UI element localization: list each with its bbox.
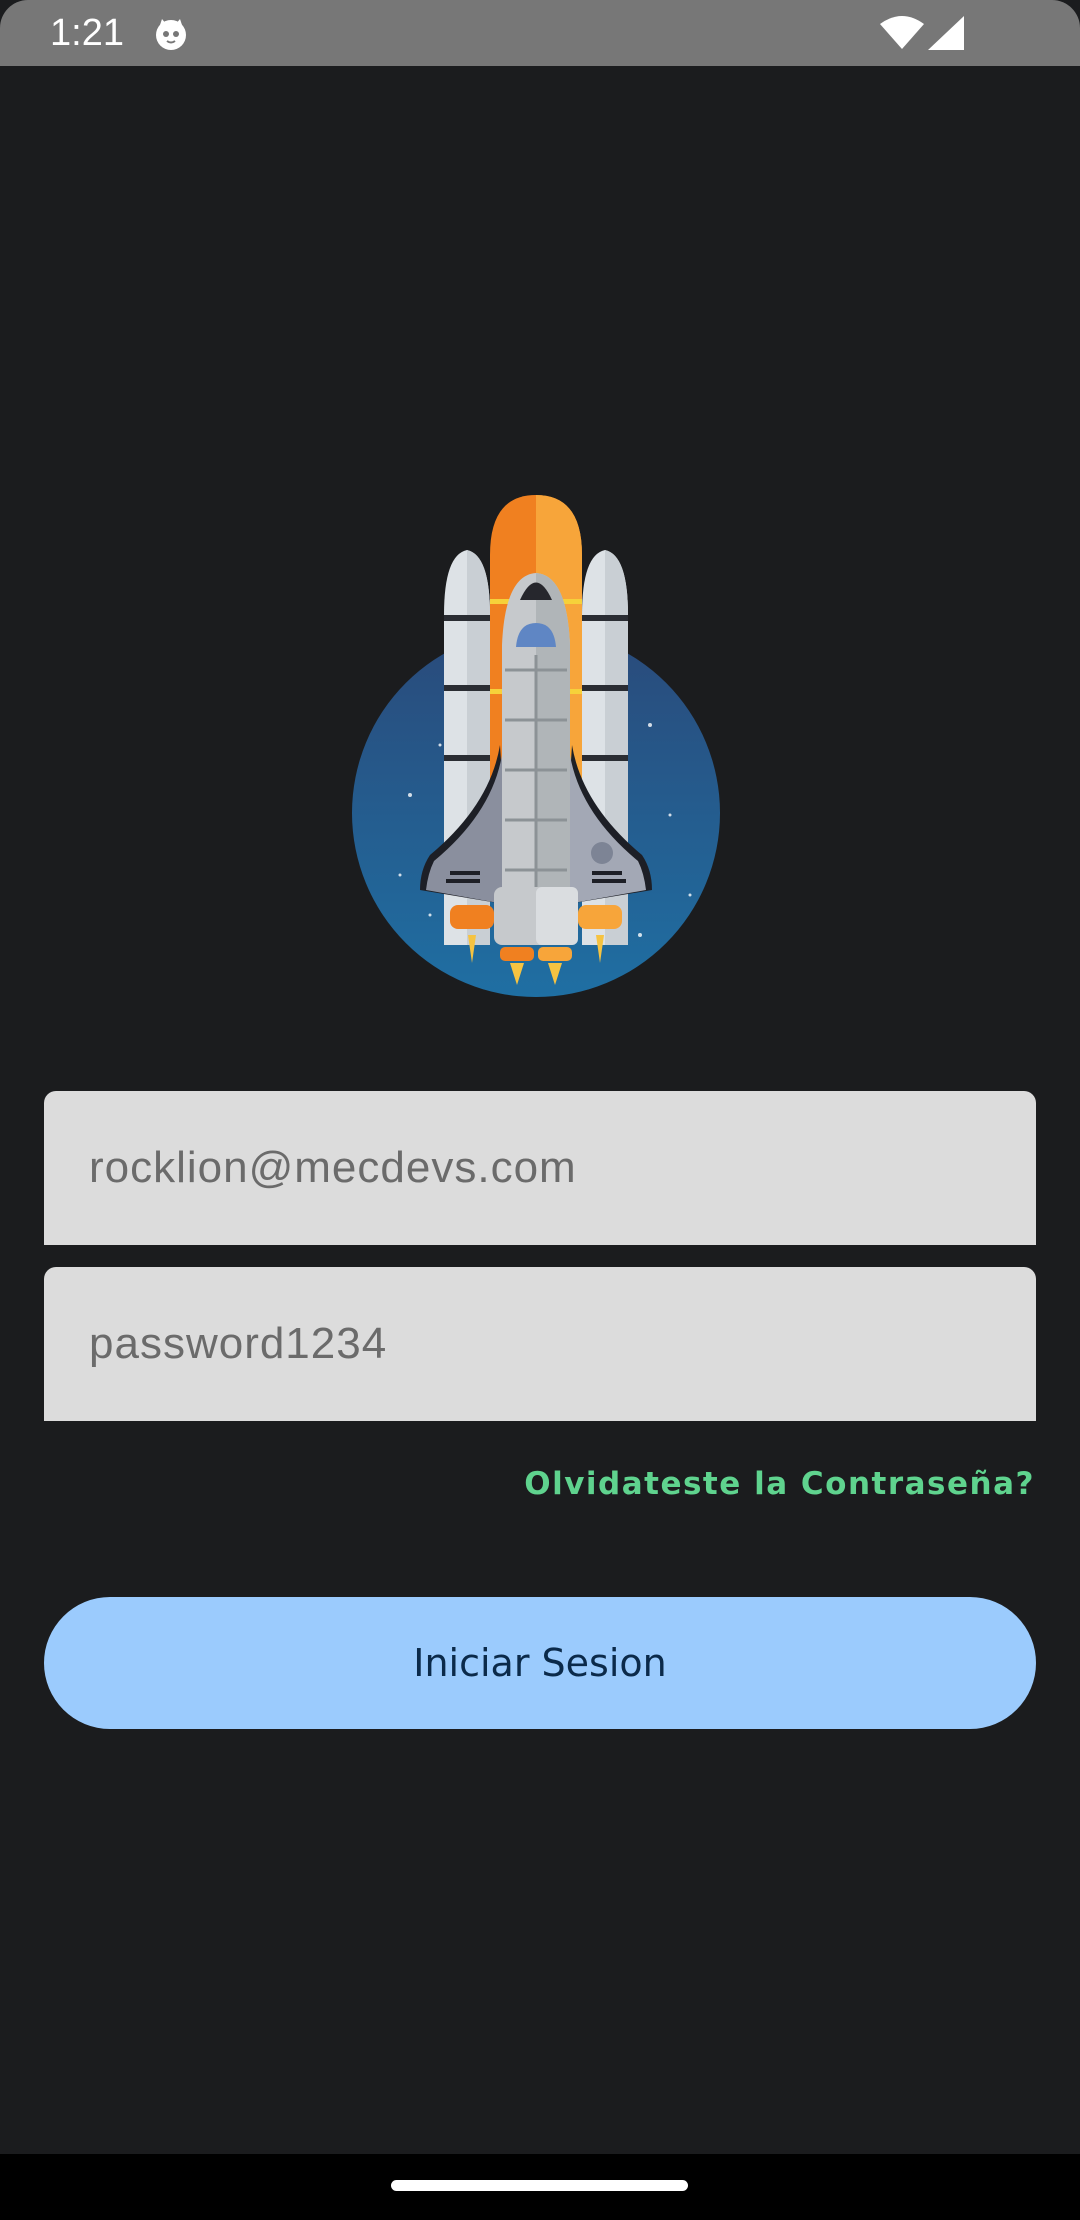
home-gesture-handle[interactable] — [391, 2180, 688, 2191]
login-screen: 1:21 rocklion@mecdevs.com password1234 O… — [0, 0, 1080, 2220]
login-button[interactable]: Iniciar Sesion — [44, 1597, 1036, 1729]
notification-cat-icon — [156, 19, 186, 50]
signal-icon — [928, 16, 964, 50]
space-shuttle-logo — [352, 495, 720, 997]
email-input[interactable] — [89, 1143, 1036, 1193]
password-input[interactable] — [89, 1319, 1036, 1369]
status-bar: 1:21 — [0, 0, 1080, 66]
email-field[interactable] — [44, 1091, 1036, 1245]
wifi-icon — [880, 16, 924, 49]
forgot-password-link[interactable]: Olvidateste la Contraseña? — [524, 1466, 1035, 1502]
password-field[interactable] — [44, 1267, 1036, 1421]
status-time: 1:21 — [50, 12, 124, 54]
